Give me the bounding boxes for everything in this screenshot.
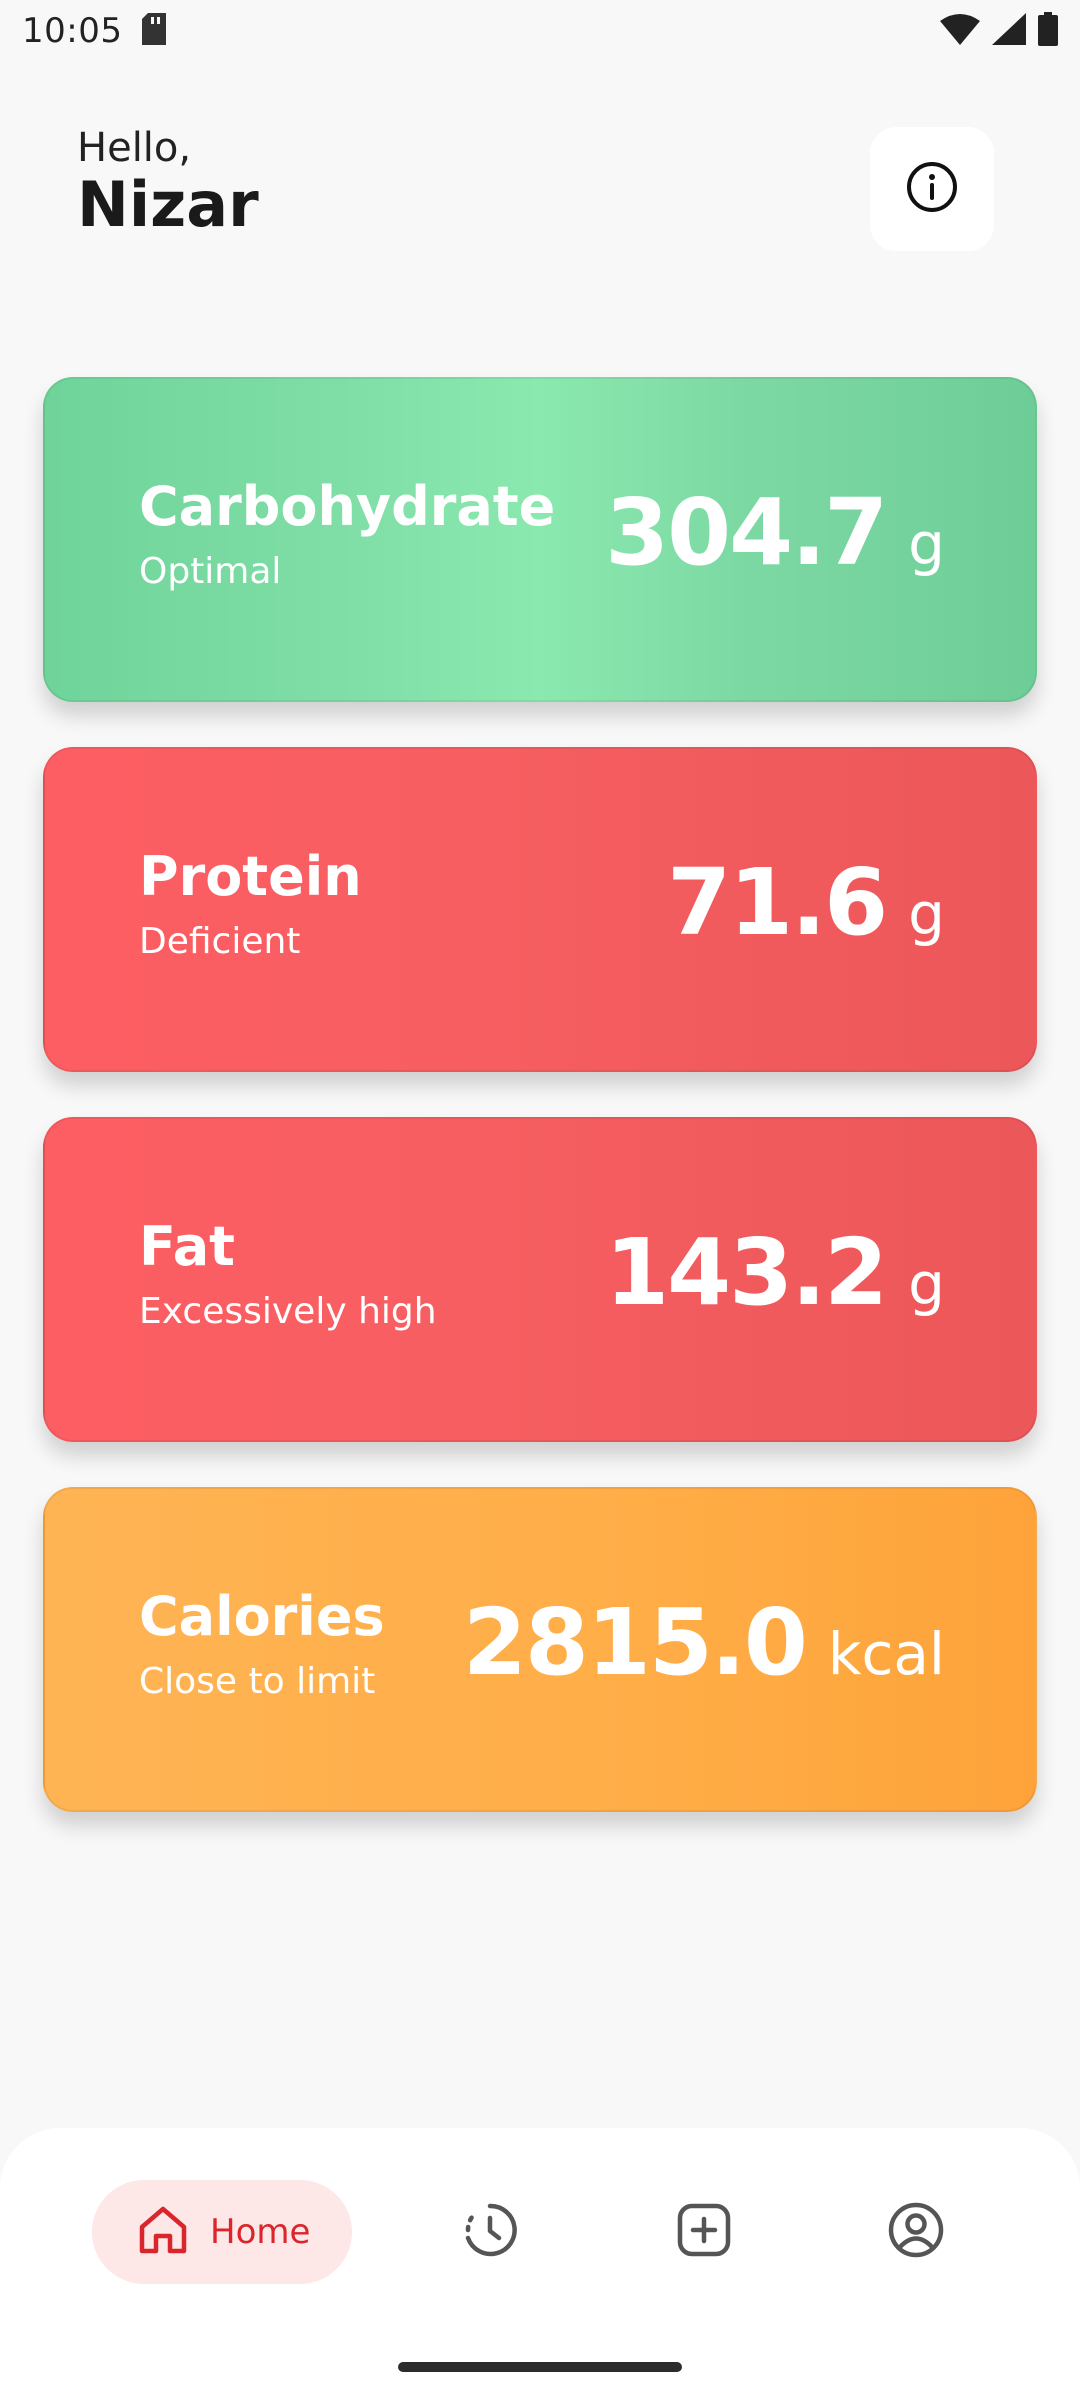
- nav-history-button[interactable]: [458, 2200, 522, 2264]
- profile-icon: [886, 2200, 946, 2264]
- carbohydrate-card[interactable]: Carbohydrate Optimal 304.7 g: [43, 377, 1037, 702]
- card-number: 71.6: [667, 849, 888, 956]
- greeting-text: Hello,: [77, 125, 192, 171]
- protein-card[interactable]: Protein Deficient 71.6 g: [43, 747, 1037, 1072]
- status-bar: 10:05: [0, 0, 1080, 62]
- card-unit: g: [908, 510, 945, 578]
- card-title: Fat: [139, 1215, 235, 1278]
- nav-home-label: Home: [210, 2212, 311, 2252]
- nav-home-button[interactable]: Home: [92, 2180, 352, 2284]
- add-icon: [675, 2201, 733, 2263]
- card-value: 143.2 g: [605, 1219, 945, 1326]
- card-number: 143.2: [605, 1219, 888, 1326]
- signal-icon: [992, 13, 1026, 49]
- card-unit: g: [908, 880, 945, 948]
- nav-add-button[interactable]: [672, 2200, 736, 2264]
- card-value: 2815.0 kcal: [463, 1589, 945, 1696]
- card-status: Close to limit: [139, 1661, 376, 1702]
- card-title: Carbohydrate: [139, 475, 556, 538]
- card-status: Optimal: [139, 551, 282, 592]
- battery-icon: [1038, 12, 1058, 50]
- home-icon: [136, 2203, 190, 2261]
- card-value: 71.6 g: [667, 849, 945, 956]
- card-number: 304.7: [605, 479, 888, 586]
- user-name: Nizar: [77, 168, 259, 241]
- fat-card[interactable]: Fat Excessively high 143.2 g: [43, 1117, 1037, 1442]
- calories-card[interactable]: Calories Close to limit 2815.0 kcal: [43, 1487, 1037, 1812]
- home-screen: 10:05 Hello, Nizar Carbohydrate Optimal …: [0, 0, 1080, 2400]
- wifi-icon: [940, 13, 980, 49]
- home-indicator[interactable]: [398, 2362, 682, 2372]
- info-button[interactable]: [870, 127, 994, 251]
- nav-profile-button[interactable]: [884, 2200, 948, 2264]
- card-number: 2815.0: [462, 1589, 808, 1696]
- info-icon: [905, 160, 959, 218]
- history-icon: [460, 2200, 520, 2264]
- card-status: Excessively high: [139, 1291, 437, 1332]
- sd-card-icon: [142, 13, 168, 49]
- bottom-navigation: Home: [0, 2128, 1080, 2400]
- card-value: 304.7 g: [605, 479, 945, 586]
- status-time: 10:05: [22, 11, 123, 51]
- card-unit: kcal: [827, 1620, 945, 1688]
- card-title: Protein: [139, 845, 362, 908]
- card-status: Deficient: [139, 921, 301, 962]
- card-unit: g: [908, 1250, 945, 1318]
- card-title: Calories: [139, 1585, 385, 1648]
